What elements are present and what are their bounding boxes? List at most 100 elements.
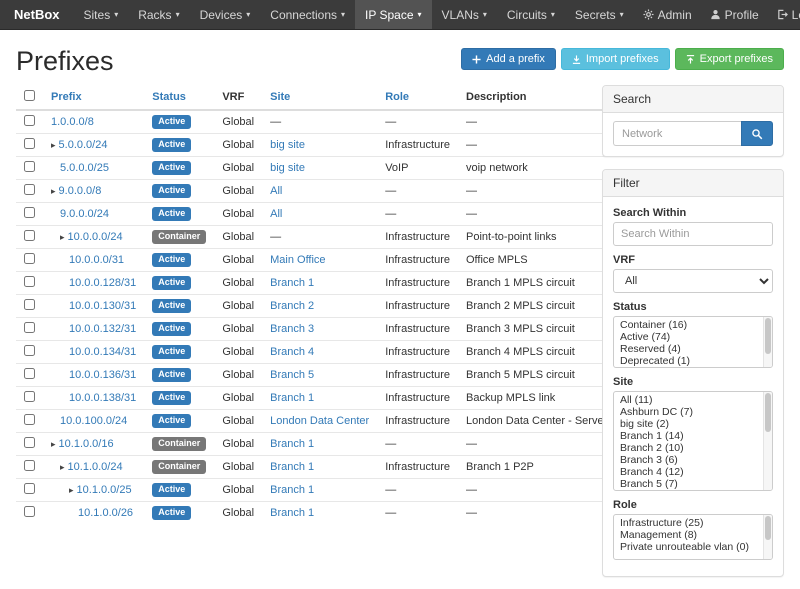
prefix-link[interactable]: 10.0.0.128/31 xyxy=(69,277,136,289)
nav-item-sites[interactable]: Sites▾ xyxy=(74,0,129,29)
site-listbox-scrollbar[interactable] xyxy=(763,392,772,490)
site-link[interactable]: Branch 1 xyxy=(270,507,314,519)
site-link[interactable]: Branch 2 xyxy=(270,300,314,312)
listbox-option[interactable]: SC0-1-24 (4) xyxy=(614,490,772,491)
role-listbox-scrollbar[interactable] xyxy=(763,515,772,559)
row-checkbox[interactable] xyxy=(24,299,35,310)
nav-item-devices[interactable]: Devices▾ xyxy=(190,0,261,29)
listbox-option[interactable]: Branch 2 (10) xyxy=(614,442,772,454)
row-checkbox[interactable] xyxy=(24,483,35,494)
site-link[interactable]: big site xyxy=(270,139,305,151)
row-checkbox[interactable] xyxy=(24,391,35,402)
listbox-option[interactable]: Private unrouteable vlan (0) xyxy=(614,541,772,553)
column-header-status[interactable]: Status xyxy=(144,85,214,110)
row-checkbox[interactable] xyxy=(24,368,35,379)
prefix-link[interactable]: 5.0.0.0/24 xyxy=(59,139,108,151)
role-listbox[interactable]: Infrastructure (25)Management (8)Private… xyxy=(613,514,773,560)
site-link[interactable]: Branch 1 xyxy=(270,484,314,496)
search-within-input[interactable] xyxy=(613,222,773,246)
prefix-link[interactable]: 5.0.0.0/25 xyxy=(60,162,109,174)
export-prefixes-button[interactable]: Export prefixes xyxy=(675,48,784,70)
prefix-link[interactable]: 10.1.0.0/24 xyxy=(68,461,123,473)
nav-item-ip-space[interactable]: IP Space▾ xyxy=(355,0,432,29)
row-checkbox[interactable] xyxy=(24,115,35,126)
nav-item-racks[interactable]: Racks▾ xyxy=(128,0,189,29)
site-link[interactable]: Main Office xyxy=(270,254,325,266)
row-checkbox[interactable] xyxy=(24,345,35,356)
listbox-option[interactable]: Ashburn DC (7) xyxy=(614,406,772,418)
column-header-site[interactable]: Site xyxy=(262,85,377,110)
nav-item-vlans[interactable]: VLANs▾ xyxy=(432,0,497,29)
nav-item-profile[interactable]: Profile xyxy=(701,0,768,29)
listbox-option[interactable]: Deprecated (1) xyxy=(614,355,772,367)
prefix-link[interactable]: 10.0.0.134/31 xyxy=(69,346,136,358)
listbox-option[interactable]: Branch 4 (12) xyxy=(614,466,772,478)
expand-arrow-icon: ▸ xyxy=(69,485,74,495)
listbox-option[interactable]: Branch 1 (14) xyxy=(614,430,772,442)
listbox-option[interactable]: big site (2) xyxy=(614,418,772,430)
row-checkbox[interactable] xyxy=(24,207,35,218)
listbox-option[interactable]: Branch 5 (7) xyxy=(614,478,772,490)
prefix-link[interactable]: 10.0.0.136/31 xyxy=(69,369,136,381)
listbox-option[interactable]: Infrastructure (25) xyxy=(614,517,772,529)
listbox-option[interactable]: Reserved (4) xyxy=(614,343,772,355)
row-checkbox[interactable] xyxy=(24,414,35,425)
prefix-link[interactable]: 10.1.0.0/25 xyxy=(77,484,132,496)
nav-item-logout[interactable]: Log out xyxy=(768,0,800,29)
site-link[interactable]: London Data Center xyxy=(270,415,369,427)
prefix-link[interactable]: 10.0.0.0/24 xyxy=(68,231,123,243)
listbox-option[interactable]: Branch 3 (6) xyxy=(614,454,772,466)
prefix-link[interactable]: 9.0.0.0/24 xyxy=(60,208,109,220)
listbox-option[interactable]: Container (16) xyxy=(614,319,772,331)
site-listbox[interactable]: All (11)Ashburn DC (7)big site (2)Branch… xyxy=(613,391,773,491)
site-link[interactable]: Branch 1 xyxy=(270,461,314,473)
site-link[interactable]: Branch 4 xyxy=(270,346,314,358)
row-checkbox[interactable] xyxy=(24,138,35,149)
row-checkbox[interactable] xyxy=(24,437,35,448)
site-link[interactable]: All xyxy=(270,185,282,197)
prefix-link[interactable]: 10.0.0.130/31 xyxy=(69,300,136,312)
site-link[interactable]: Branch 1 xyxy=(270,438,314,450)
nav-item-circuits[interactable]: Circuits▾ xyxy=(497,0,565,29)
row-checkbox[interactable] xyxy=(24,253,35,264)
row-checkbox[interactable] xyxy=(24,506,35,517)
add-prefix-button[interactable]: Add a prefix xyxy=(461,48,556,70)
prefix-link[interactable]: 10.0.0.138/31 xyxy=(69,392,136,404)
site-link[interactable]: Branch 1 xyxy=(270,277,314,289)
row-checkbox[interactable] xyxy=(24,322,35,333)
nav-item-connections[interactable]: Connections▾ xyxy=(260,0,355,29)
prefix-link[interactable]: 10.1.0.0/16 xyxy=(59,438,114,450)
prefix-link[interactable]: 10.1.0.0/26 xyxy=(78,507,133,519)
search-input[interactable] xyxy=(613,121,741,146)
prefix-link[interactable]: 10.0.100.0/24 xyxy=(60,415,127,427)
prefix-link[interactable]: 10.0.0.0/31 xyxy=(69,254,124,266)
brand-logo[interactable]: NetBox xyxy=(0,0,74,29)
listbox-option[interactable]: Active (74) xyxy=(614,331,772,343)
status-listbox[interactable]: Container (16)Active (74)Reserved (4)Dep… xyxy=(613,316,773,368)
row-checkbox[interactable] xyxy=(24,184,35,195)
prefix-link[interactable]: 10.0.0.132/31 xyxy=(69,323,136,335)
nav-item-secrets[interactable]: Secrets▾ xyxy=(565,0,634,29)
column-header-vrf[interactable]: VRF xyxy=(214,85,262,110)
prefix-link[interactable]: 9.0.0.0/8 xyxy=(59,185,102,197)
status-listbox-scrollbar[interactable] xyxy=(763,317,772,367)
nav-item-admin[interactable]: Admin xyxy=(634,0,701,29)
row-checkbox[interactable] xyxy=(24,276,35,287)
search-button[interactable] xyxy=(741,121,773,146)
site-link[interactable]: All xyxy=(270,208,282,220)
listbox-option[interactable]: Management (8) xyxy=(614,529,772,541)
row-checkbox[interactable] xyxy=(24,460,35,471)
site-link[interactable]: Branch 5 xyxy=(270,369,314,381)
prefix-link[interactable]: 1.0.0.0/8 xyxy=(51,116,94,128)
site-link[interactable]: big site xyxy=(270,162,305,174)
import-prefixes-button[interactable]: Import prefixes xyxy=(561,48,670,70)
column-header-role[interactable]: Role xyxy=(377,85,458,110)
row-checkbox[interactable] xyxy=(24,230,35,241)
site-link[interactable]: Branch 1 xyxy=(270,392,314,404)
column-header-prefix[interactable]: Prefix xyxy=(43,85,144,110)
site-link[interactable]: Branch 3 xyxy=(270,323,314,335)
select-all-checkbox[interactable] xyxy=(24,90,35,101)
listbox-option[interactable]: All (11) xyxy=(614,394,772,406)
row-checkbox[interactable] xyxy=(24,161,35,172)
vrf-select[interactable]: All xyxy=(613,269,773,293)
